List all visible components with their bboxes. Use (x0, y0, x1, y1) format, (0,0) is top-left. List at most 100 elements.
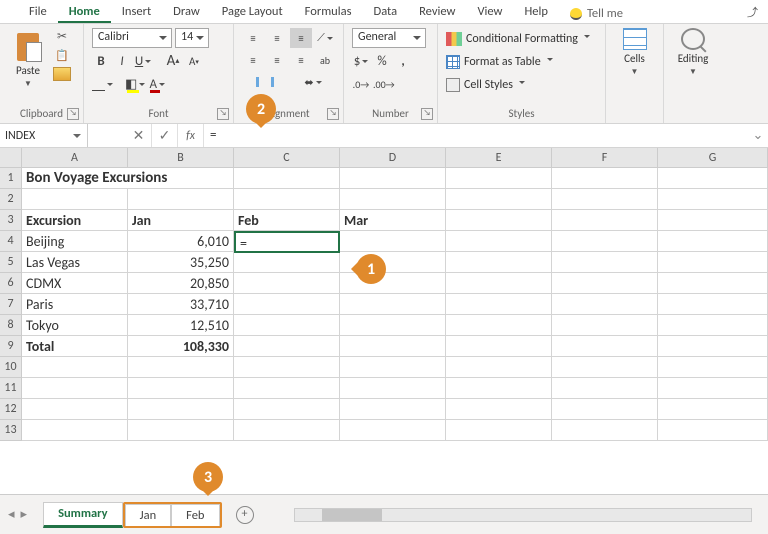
row-header-1[interactable]: 1 (0, 168, 22, 189)
cell-E13[interactable] (446, 420, 552, 441)
align-center-button[interactable]: ≡ (266, 50, 288, 70)
cell-A7-content[interactable]: Paris (22, 294, 128, 315)
enter-formula-button[interactable]: ✓ (152, 124, 178, 147)
row-header-13[interactable]: 13 (0, 420, 22, 441)
cell-F7[interactable] (552, 294, 658, 315)
ribbon-tab-data[interactable]: Data (363, 0, 409, 23)
cell-D12[interactable] (340, 399, 446, 420)
cut-button[interactable] (52, 28, 72, 44)
bold-button[interactable]: B (92, 51, 110, 71)
row-header-12[interactable]: 12 (0, 399, 22, 420)
align-left-button[interactable]: ≡ (242, 50, 264, 70)
select-all-cell[interactable] (0, 148, 22, 167)
ribbon-tab-formulas[interactable]: Formulas (294, 0, 363, 23)
ribbon-tab-view[interactable]: View (466, 0, 513, 23)
cells-button[interactable]: Cells (624, 52, 645, 65)
accounting-format-button[interactable]: $ (352, 51, 370, 71)
cell-A1-content[interactable]: Bon Voyage Excursions (22, 168, 234, 189)
cell-F9[interactable] (552, 336, 658, 357)
align-right-button[interactable]: ≡ (290, 50, 312, 70)
cell-A3-content[interactable]: Excursion (22, 210, 128, 231)
cell-D10[interactable] (340, 357, 446, 378)
cell-G3[interactable] (658, 210, 768, 231)
cell-F2[interactable] (552, 189, 658, 210)
cell-G4[interactable] (658, 231, 768, 252)
col-header-D[interactable]: D (340, 148, 446, 167)
cell-F10[interactable] (552, 357, 658, 378)
cell-E2[interactable] (446, 189, 552, 210)
cell-G8[interactable] (658, 315, 768, 336)
font-name-dropdown[interactable]: Calibri (92, 28, 172, 48)
sheet-nav-prev[interactable]: ◂ (8, 507, 15, 522)
align-middle-button[interactable]: ≡ (266, 28, 288, 48)
cell-E1[interactable] (446, 168, 552, 189)
row-header-8[interactable]: 8 (0, 315, 22, 336)
cell-F6[interactable] (552, 273, 658, 294)
col-header-G[interactable]: G (658, 148, 768, 167)
font-color-button[interactable]: A (148, 74, 166, 94)
cell-D9[interactable] (340, 336, 446, 357)
cell-A10[interactable] (22, 357, 128, 378)
cell-A12[interactable] (22, 399, 128, 420)
sheet-tab-summary[interactable]: Summary (43, 502, 123, 528)
cell-C2[interactable] (234, 189, 340, 210)
insert-function-button[interactable]: fx (178, 124, 204, 147)
cell-A2[interactable] (22, 189, 128, 210)
fill-color-button[interactable]: ◧ (125, 74, 145, 94)
expand-formula-bar[interactable]: ⌄ (748, 124, 768, 147)
number-dialog-launcher[interactable]: ↘ (421, 108, 433, 120)
font-size-dropdown[interactable]: 14 (175, 28, 209, 48)
cancel-formula-button[interactable]: ✕ (126, 124, 152, 147)
cell-E4[interactable] (446, 231, 552, 252)
italic-button[interactable]: I (113, 51, 131, 71)
cell-E7[interactable] (446, 294, 552, 315)
merge-center-button[interactable]: ⬌ (290, 72, 336, 92)
share-button[interactable]: ⤴ (737, 0, 768, 23)
cell-A9-content[interactable]: Total (22, 336, 128, 357)
col-header-C[interactable]: C (234, 148, 340, 167)
ribbon-tab-draw[interactable]: Draw (162, 0, 211, 23)
name-box[interactable]: INDEX (0, 124, 88, 147)
format-as-table-button[interactable]: Format as Table (446, 51, 597, 73)
sheet-tab-jan[interactable]: Jan (125, 504, 172, 526)
cell-G6[interactable] (658, 273, 768, 294)
shrink-font-button[interactable]: A▾ (185, 51, 203, 71)
cell-C9[interactable] (234, 336, 340, 357)
cell-C1[interactable] (234, 168, 340, 189)
cell-F8[interactable] (552, 315, 658, 336)
format-painter-button[interactable] (52, 66, 72, 82)
cell-C7[interactable] (234, 294, 340, 315)
new-sheet-button[interactable]: + (236, 506, 254, 524)
cell-B5-content[interactable]: 35,250 (128, 252, 234, 273)
row-header-4[interactable]: 4 (0, 231, 22, 252)
cell-A13[interactable] (22, 420, 128, 441)
cell-G13[interactable] (658, 420, 768, 441)
worksheet-grid[interactable]: ABCDEFG12345678910111213Bon Voyage Excur… (0, 148, 768, 168)
underline-button[interactable]: U (134, 51, 152, 71)
align-top-button[interactable]: ≡ (242, 28, 264, 48)
row-header-11[interactable]: 11 (0, 378, 22, 399)
cell-C3-content[interactable]: Feb (234, 210, 340, 231)
cell-C11[interactable] (234, 378, 340, 399)
wrap-text-button[interactable]: ab (314, 50, 336, 70)
cell-D13[interactable] (340, 420, 446, 441)
cell-D4[interactable] (340, 231, 446, 252)
cell-C4-content[interactable]: = (234, 231, 340, 253)
cell-C13[interactable] (234, 420, 340, 441)
decrease-decimal-button[interactable]: .00→ (373, 74, 395, 94)
cell-B12[interactable] (128, 399, 234, 420)
cell-G11[interactable] (658, 378, 768, 399)
cell-G7[interactable] (658, 294, 768, 315)
cell-A11[interactable] (22, 378, 128, 399)
cell-D1[interactable] (340, 168, 446, 189)
cell-F5[interactable] (552, 252, 658, 273)
cell-A5-content[interactable]: Las Vegas (22, 252, 128, 273)
cell-B3-content[interactable]: Jan (128, 210, 234, 231)
editing-button[interactable]: Editing (678, 52, 709, 65)
cell-C5[interactable] (234, 252, 340, 273)
cell-G10[interactable] (658, 357, 768, 378)
cell-F12[interactable] (552, 399, 658, 420)
row-header-2[interactable]: 2 (0, 189, 22, 210)
cell-F1[interactable] (552, 168, 658, 189)
cell-G9[interactable] (658, 336, 768, 357)
